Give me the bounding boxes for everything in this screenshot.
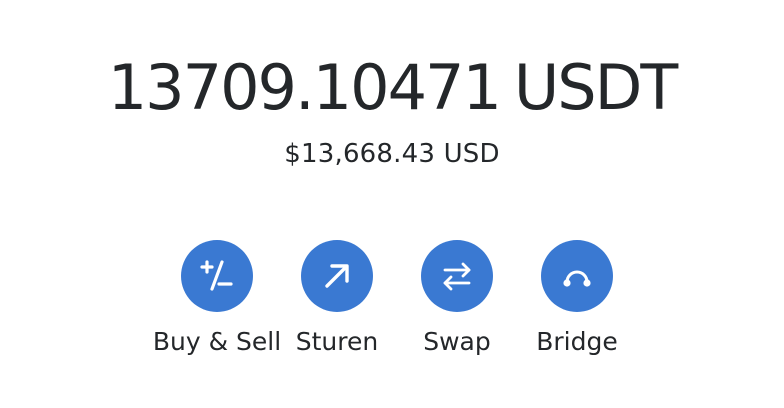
token-balance-amount: 13709.10471 xyxy=(107,51,502,124)
bridge-label: Bridge xyxy=(536,327,618,356)
token-balance-unit: USDT xyxy=(513,51,678,124)
buy-sell-circle[interactable] xyxy=(181,240,253,312)
send-label: Sturen xyxy=(295,327,379,356)
swap-circle[interactable] xyxy=(421,240,493,312)
plus-minus-icon xyxy=(195,254,239,298)
send-button[interactable]: Sturen xyxy=(267,240,407,365)
send-circle[interactable] xyxy=(301,240,373,312)
bridge-button[interactable]: Bridge xyxy=(507,240,647,365)
buy-sell-label: Buy & Sell xyxy=(152,327,282,356)
swap-label: Swap xyxy=(423,327,491,356)
token-balance: 13709.10471 USDT xyxy=(0,48,784,128)
swap-button[interactable]: Swap xyxy=(387,240,527,365)
swap-arrows-icon xyxy=(437,256,477,296)
buy-sell-button[interactable]: Buy & Sell xyxy=(147,240,287,365)
arrow-up-right-icon xyxy=(317,256,357,296)
bridge-circle[interactable] xyxy=(541,240,613,312)
bridge-icon xyxy=(557,256,597,296)
fiat-balance: $13,668.43 USD xyxy=(284,139,500,169)
action-buttons: Buy & Sell Sturen Swap Bridge xyxy=(0,240,784,370)
